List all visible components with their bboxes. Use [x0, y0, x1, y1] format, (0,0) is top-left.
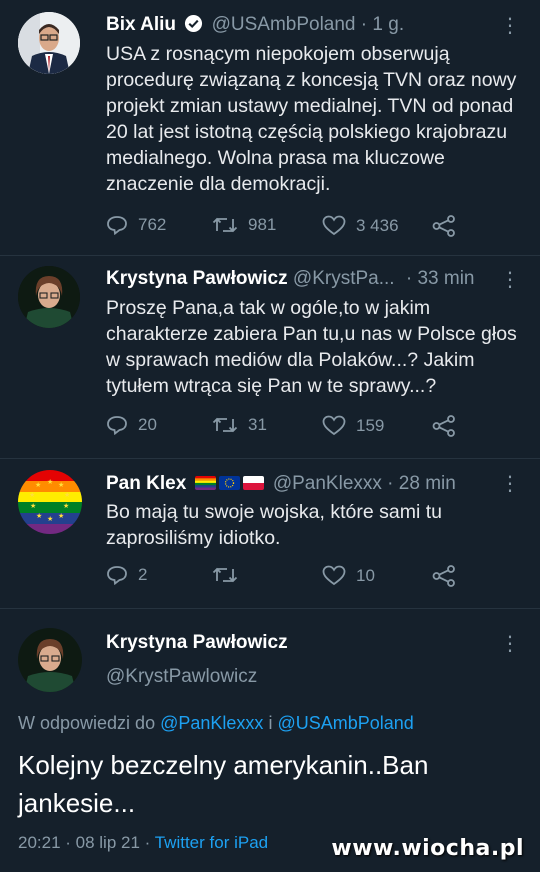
avatar[interactable]	[18, 12, 80, 74]
reply-context: W odpowiedzi do @PanKlexxx i @USAmbPolan…	[18, 713, 414, 734]
reply-button[interactable]: 762	[106, 215, 166, 235]
tweet-client-link[interactable]: Twitter for iPad	[155, 833, 268, 852]
rainbow-flag-icon	[194, 476, 216, 490]
more-options-icon[interactable]: ⋮	[500, 14, 520, 38]
divider	[0, 458, 540, 459]
like-count: 3 436	[356, 215, 399, 235]
retweet-icon	[212, 417, 238, 433]
heart-icon	[322, 565, 346, 586]
reply-and: i	[268, 713, 273, 733]
avatar[interactable]	[18, 628, 82, 692]
more-options-icon[interactable]: ⋮	[500, 632, 520, 656]
reply-button[interactable]: 2	[106, 565, 147, 585]
svg-text:★: ★	[36, 512, 42, 520]
divider	[0, 608, 540, 609]
reply-icon	[107, 216, 127, 235]
avatar[interactable]: ★ ★ ★ ★ ★ ★ ★ ★ ★ ★	[18, 470, 82, 534]
reply-count: 762	[138, 215, 167, 234]
watermark-suffix: .pl	[490, 836, 524, 861]
svg-text:★: ★	[58, 481, 64, 489]
tweet-metadata: 20:21 · 08 lip 21 · Twitter for iPad	[18, 833, 268, 853]
like-count: 10	[356, 565, 375, 585]
tweet-time[interactable]: · 33 min	[406, 268, 475, 289]
retweet-count: 31	[248, 415, 267, 434]
retweet-icon	[212, 567, 238, 583]
poland-flag-icon	[242, 476, 264, 490]
tweet-actions: 2 10	[106, 565, 466, 591]
svg-text:★: ★	[64, 491, 70, 499]
tweet-actions: 20 31 159	[106, 415, 466, 441]
tweet-time[interactable]: · 1 g.	[361, 14, 404, 35]
tweet-actions: 762 981 3 436	[106, 215, 466, 241]
svg-text:★: ★	[47, 515, 53, 523]
share-button[interactable]	[432, 215, 456, 237]
svg-text:★: ★	[30, 502, 36, 510]
author-handle[interactable]: @USAmbPoland	[212, 14, 356, 35]
heart-icon	[322, 215, 346, 236]
retweet-button[interactable]: 31	[212, 415, 267, 435]
reply-icon	[107, 416, 127, 435]
tweet-time[interactable]: · 28 min	[387, 473, 456, 494]
retweet-button[interactable]: 981	[212, 215, 276, 235]
reply-icon	[107, 566, 127, 585]
author-handle[interactable]: @KrystPa...	[293, 268, 395, 289]
author-handle[interactable]: @KrystPawlowicz	[106, 666, 257, 687]
reply-user-link[interactable]: @USAmbPoland	[277, 713, 413, 733]
share-icon	[432, 415, 455, 437]
svg-text:★: ★	[63, 502, 69, 510]
author-name[interactable]: Krystyna Pawłowicz	[106, 268, 288, 289]
like-button[interactable]: 10	[322, 565, 375, 586]
eu-flag-icon	[218, 476, 240, 490]
share-icon	[432, 565, 455, 587]
watermark-name: wiocha	[401, 836, 491, 861]
divider	[0, 255, 540, 256]
heart-icon	[322, 415, 346, 436]
retweet-icon	[212, 217, 238, 233]
reply-button[interactable]: 20	[106, 415, 157, 435]
retweet-count: 981	[248, 215, 277, 234]
like-button[interactable]: 159	[322, 415, 384, 436]
svg-text:★: ★	[35, 481, 41, 489]
reply-count: 20	[138, 415, 157, 434]
share-button[interactable]	[432, 565, 456, 587]
watermark-prefix: www.	[331, 836, 402, 861]
retweet-button[interactable]	[212, 565, 248, 585]
tweet-datetime[interactable]: 20:21 · 08 lip 21 ·	[18, 833, 150, 852]
author-name[interactable]: Krystyna Pawłowicz	[106, 632, 288, 653]
share-icon	[432, 215, 455, 237]
svg-text:★: ★	[58, 512, 64, 520]
verified-badge-icon	[184, 14, 203, 40]
like-count: 159	[356, 415, 385, 435]
avatar[interactable]	[18, 266, 80, 328]
reply-prefix: W odpowiedzi do	[18, 713, 156, 733]
more-options-icon[interactable]: ⋮	[500, 268, 520, 292]
tweet-text: Bo mają tu swoje wojska, które sami tu z…	[106, 501, 442, 549]
reply-user-link[interactable]: @PanKlexxx	[160, 713, 263, 733]
author-name[interactable]: Pan Klex	[106, 473, 186, 494]
tweet-text: USA z rosnącym niepokojem obserwują proc…	[106, 43, 517, 195]
author-handle[interactable]: @PanKlexxx	[273, 473, 382, 494]
share-button[interactable]	[432, 415, 456, 437]
author-name[interactable]: Bix Aliu	[106, 14, 176, 35]
more-options-icon[interactable]: ⋮	[500, 472, 520, 496]
svg-text:★: ★	[47, 478, 53, 486]
like-button[interactable]: 3 436	[322, 215, 399, 236]
main-tweet-text: Kolejny bezczelny amerykanin..Ban jankes…	[18, 750, 429, 818]
svg-text:★: ★	[29, 491, 35, 499]
reply-count: 2	[138, 565, 148, 584]
tweet-text: Proszę Pana,a tak w ogóle,to w jakim cha…	[106, 297, 517, 397]
watermark: www.wiocha.pl	[331, 836, 524, 861]
